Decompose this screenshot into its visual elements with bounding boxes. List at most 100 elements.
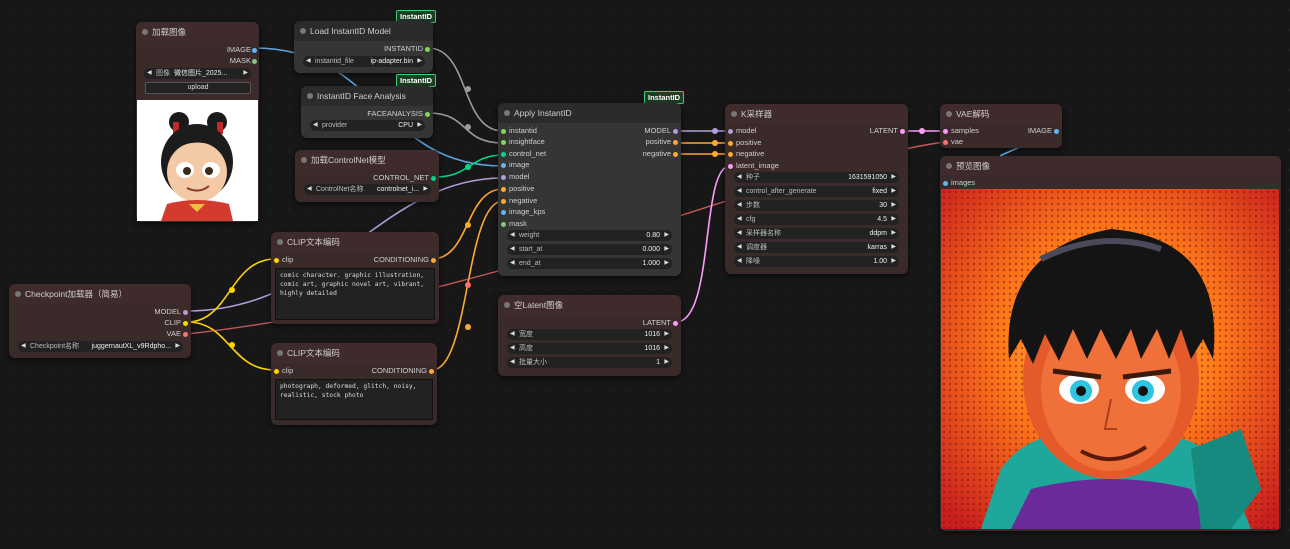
arrow-left-icon[interactable]: ◀ — [147, 68, 152, 79]
collapse-dot-icon[interactable] — [504, 302, 510, 308]
output-image-socket[interactable] — [252, 48, 257, 53]
image-select-widget[interactable]: ◀ 图像 微信图片_2025... ▶ — [144, 68, 251, 79]
output-clip-socket[interactable] — [183, 321, 188, 326]
output-conditioning-socket[interactable] — [431, 258, 436, 263]
collapse-dot-icon[interactable] — [142, 29, 148, 35]
prompt-textarea[interactable]: photograph, deformed, glitch, noisy, rea… — [275, 379, 433, 420]
collapse-dot-icon[interactable] — [301, 157, 307, 163]
node-header[interactable]: Apply InstantID — [498, 103, 681, 123]
denoise-widget[interactable]: ◀ 降噪 1.00 ▶ — [734, 256, 899, 267]
input-instantid-socket[interactable] — [501, 129, 506, 134]
node-header[interactable]: CLIP文本编码 — [271, 232, 439, 252]
arrow-left-icon[interactable]: ◀ — [510, 244, 515, 255]
controlnet-loader-node[interactable]: 加载ControlNet模型 CONTROL_NET ◀ ControlNet名… — [295, 150, 439, 202]
arrow-right-icon[interactable]: ▶ — [664, 329, 669, 340]
clip-text-encode-positive-node[interactable]: CLIP文本编码 clip CONDITIONING comic charact… — [271, 232, 439, 324]
input-samples-socket[interactable] — [943, 129, 948, 134]
arrow-right-icon[interactable]: ▶ — [175, 341, 180, 352]
face-analysis-node[interactable]: InstantID Face Analysis FACEANALYSIS ◀ p… — [301, 86, 433, 138]
arrow-right-icon[interactable]: ▶ — [664, 244, 669, 255]
vae-decode-node[interactable]: VAE解码 samples vae IMAGE — [940, 104, 1062, 148]
arrow-right-icon[interactable]: ▶ — [664, 258, 669, 269]
output-latent-socket[interactable] — [900, 129, 905, 134]
weight-widget[interactable]: ◀ weight 0.80 ▶ — [507, 230, 672, 241]
collapse-dot-icon[interactable] — [300, 28, 306, 34]
arrow-left-icon[interactable]: ◀ — [307, 184, 312, 195]
collapse-dot-icon[interactable] — [277, 239, 283, 245]
input-negative-socket[interactable] — [501, 199, 506, 204]
provider-widget[interactable]: ◀ provider CPU ▶ — [310, 120, 425, 131]
cfg-widget[interactable]: ◀ cfg 4.5 ▶ — [734, 214, 899, 225]
controlnet-name-widget[interactable]: ◀ ControlNet名称 controlnet_i... ▶ — [304, 184, 431, 195]
output-faceanalysis-socket[interactable] — [425, 112, 430, 117]
empty-latent-node[interactable]: 空Latent图像 LATENT ◀ 宽度 1016 ▶ ◀ 高度 1016 ▶… — [498, 295, 681, 376]
width-widget[interactable]: ◀ 宽度 1016 ▶ — [507, 329, 672, 340]
collapse-dot-icon[interactable] — [946, 163, 952, 169]
output-mask-socket[interactable] — [252, 59, 257, 64]
arrow-right-icon[interactable]: ▶ — [664, 230, 669, 241]
arrow-right-icon[interactable]: ▶ — [891, 186, 896, 197]
input-controlnet-socket[interactable] — [501, 152, 506, 157]
collapse-dot-icon[interactable] — [15, 291, 21, 297]
output-vae-socket[interactable] — [183, 332, 188, 337]
arrow-left-icon[interactable]: ◀ — [737, 214, 742, 225]
prompt-textarea[interactable]: comic character. graphic illustration, c… — [275, 268, 435, 320]
input-insightface-socket[interactable] — [501, 140, 506, 145]
arrow-right-icon[interactable]: ▶ — [891, 242, 896, 253]
input-images-socket[interactable] — [943, 181, 948, 186]
arrow-right-icon[interactable]: ▶ — [664, 357, 669, 368]
upload-button[interactable]: upload — [145, 82, 251, 94]
input-model-socket[interactable] — [501, 175, 506, 180]
arrow-right-icon[interactable]: ▶ — [664, 343, 669, 354]
arrow-left-icon[interactable]: ◀ — [510, 329, 515, 340]
output-model-socket[interactable] — [183, 310, 188, 315]
node-header[interactable]: K采样器 — [725, 104, 908, 124]
output-conditioning-socket[interactable] — [429, 369, 434, 374]
output-latent-socket[interactable] — [673, 321, 678, 326]
seed-widget[interactable]: ◀ 种子 1631591050 ▶ — [734, 172, 899, 183]
input-positive-socket[interactable] — [728, 141, 733, 146]
instantid-file-widget[interactable]: ◀ instantid_file ip-adapter.bin ▶ — [303, 56, 425, 67]
checkpoint-name-widget[interactable]: ◀ Checkpoint名称 juggernautXL_v9Rdpho... ▶ — [18, 341, 183, 352]
scheduler-widget[interactable]: ◀ 调度器 karras ▶ — [734, 242, 899, 253]
arrow-left-icon[interactable]: ◀ — [306, 56, 311, 67]
input-model-socket[interactable] — [728, 129, 733, 134]
input-clip-socket[interactable] — [274, 369, 279, 374]
output-controlnet-socket[interactable] — [431, 176, 436, 181]
arrow-right-icon[interactable]: ▶ — [891, 172, 896, 183]
clip-text-encode-negative-node[interactable]: CLIP文本编码 clip CONDITIONING photograph, d… — [271, 343, 437, 425]
checkpoint-loader-node[interactable]: Checkpoint加载器（简易） MODEL CLIP VAE ◀ Check… — [9, 284, 191, 358]
input-image-socket[interactable] — [501, 163, 506, 168]
arrow-right-icon[interactable]: ▶ — [417, 56, 422, 67]
input-positive-socket[interactable] — [501, 187, 506, 192]
arrow-right-icon[interactable]: ▶ — [417, 120, 422, 131]
input-latent-socket[interactable] — [728, 164, 733, 169]
arrow-left-icon[interactable]: ◀ — [510, 343, 515, 354]
load-image-node[interactable]: 加载图像 IMAGE MASK ◀ 图像 微信图片_2025... ▶ uplo… — [136, 22, 259, 222]
output-image-socket[interactable] — [1054, 129, 1059, 134]
arrow-left-icon[interactable]: ◀ — [737, 172, 742, 183]
output-negative-socket[interactable] — [673, 152, 678, 157]
arrow-left-icon[interactable]: ◀ — [737, 186, 742, 197]
input-negative-socket[interactable] — [728, 152, 733, 157]
input-image-kps-socket[interactable] — [501, 210, 506, 215]
batch-size-widget[interactable]: ◀ 批量大小 1 ▶ — [507, 357, 672, 368]
arrow-right-icon[interactable]: ▶ — [891, 228, 896, 239]
end-at-widget[interactable]: ◀ end_at 1.000 ▶ — [507, 258, 672, 269]
collapse-dot-icon[interactable] — [504, 110, 510, 116]
arrow-right-icon[interactable]: ▶ — [891, 214, 896, 225]
apply-instantid-node[interactable]: Apply InstantID instantid insightface co… — [498, 103, 681, 276]
start-at-widget[interactable]: ◀ start_at 0.000 ▶ — [507, 244, 672, 255]
input-mask-socket[interactable] — [501, 222, 506, 227]
arrow-right-icon[interactable]: ▶ — [423, 184, 428, 195]
collapse-dot-icon[interactable] — [731, 111, 737, 117]
arrow-right-icon[interactable]: ▶ — [891, 256, 896, 267]
arrow-right-icon[interactable]: ▶ — [891, 200, 896, 211]
node-header[interactable]: 空Latent图像 — [498, 295, 681, 315]
collapse-dot-icon[interactable] — [277, 350, 283, 356]
output-instantid-socket[interactable] — [425, 47, 430, 52]
arrow-left-icon[interactable]: ◀ — [510, 357, 515, 368]
output-model-socket[interactable] — [673, 129, 678, 134]
arrow-left-icon[interactable]: ◀ — [510, 230, 515, 241]
node-header[interactable]: Checkpoint加载器（简易） — [9, 284, 191, 304]
